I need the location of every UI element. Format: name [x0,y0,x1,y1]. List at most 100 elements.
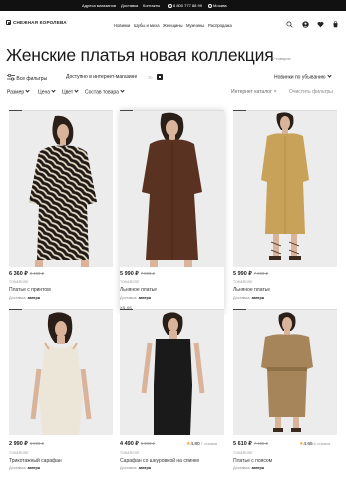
current-price: 5 610 ₽ [233,441,252,447]
rating-value: 4.65 [303,442,313,447]
nav-new[interactable]: Новинки [114,23,130,28]
color-filter[interactable]: Цвет [62,88,79,96]
rating-value: 4.80 [190,442,200,447]
online-only-label: Доступно в интернет-магазине [66,74,138,80]
product-card[interactable]: 2 990 ₽3 990 ₽ TOM&ROSE Трикотажный сара… [9,309,113,499]
product-name[interactable]: Сарафан со шнуровкой на спинке [120,458,199,464]
delivery-info: Доставка: завтра [233,296,264,300]
delivery-when: завтра [251,296,264,300]
chevron-down-icon [74,88,79,93]
product-rating: ★4.656 отзывов [299,442,330,447]
product-price: 6 360 ₽8 490 ₽ [9,271,44,277]
product-name[interactable]: Платье с поясом [233,458,272,464]
current-price: 6 360 ₽ [9,271,28,277]
composition-filter-label: Состав товара [85,89,119,96]
chevron-down-icon [326,73,332,78]
user-icon[interactable] [302,21,309,28]
clear-filters-link[interactable]: Очистить фильтры [289,89,333,95]
product-name[interactable]: Трикотажный сарафан [9,458,62,464]
product-photo[interactable] [233,110,337,267]
sort-label: Новинки по убыванию [274,74,326,81]
delivery-label: Доставка: [233,466,251,470]
product-rating: ★4.807 отзывов [186,442,217,447]
nav-men[interactable]: Мужчины [186,23,204,28]
image-slider-indicator [233,110,337,112]
chevron-down-icon [51,88,56,93]
product-photo[interactable] [120,309,224,435]
product-price: 2 990 ₽3 990 ₽ [9,441,44,447]
sort-select[interactable]: Новинки по убыванию [274,73,332,81]
delivery-link[interactable]: Доставка [121,3,138,8]
reviews-count[interactable]: 7 отзывов [201,442,218,446]
product-brand: TOM&ROSE [120,451,140,455]
image-slider-indicator [9,110,113,112]
product-card[interactable]: 4 490 ₽5 990 ₽ ★4.807 отзывов TOM&ROSE С… [120,309,224,499]
chevron-down-icon [120,88,125,93]
old-price: 3 990 ₽ [29,441,45,446]
composition-filter[interactable]: Состав товара [85,88,125,96]
price-filter[interactable]: Цена [38,88,56,95]
page-title: Женские платья новая коллекция [6,45,274,65]
reviews-count[interactable]: 6 отзывов [314,442,331,446]
color-filter-label: Цвет [62,89,74,96]
product-card[interactable]: 6 360 ₽8 490 ₽ TOM&ROSE Платье с принтом… [9,110,113,310]
delivery-when: завтра [27,296,40,300]
products-count: 70 товаров [270,56,291,61]
delivery-info: Доставка: завтра [233,466,264,470]
online-count: 70 [148,74,153,80]
current-price: 2 990 ₽ [9,441,28,447]
product-brand: TOM&ROSE [120,280,140,284]
size-filter-label: Размер [7,89,25,96]
filters-row: Все фильтры Доступно в интернет-магазине… [0,71,346,83]
cart-icon[interactable] [332,21,339,28]
delivery-info: Доставка: завтра [9,296,40,300]
delivery-label: Доставка: [9,466,27,470]
product-card[interactable]: 5 990 ₽7 990 ₽ TOM&ROSE Льняное платье Д… [233,110,337,310]
delivery-when: завтра [251,466,264,470]
nav-women[interactable]: Женщины [163,23,183,28]
product-brand: TOM&ROSE [9,451,29,455]
logo-text: СНЕЖНАЯ КОРОЛЕВА [13,20,67,25]
product-card[interactable]: 5 610 ₽7 490 ₽ ★4.656 отзывов TOM&ROSE П… [233,309,337,499]
product-name[interactable]: Платье с принтом [9,287,51,293]
site-header: СНЕЖНАЯ КОРОЛЕВА Новинки Шубы и меха Жен… [0,11,346,37]
product-name[interactable]: Льняное платье [120,287,157,293]
product-photo[interactable] [9,110,113,267]
all-filters-label: Все фильтры [16,76,48,82]
delivery-info: Доставка: завтра [120,296,151,300]
current-price: 4 490 ₽ [120,441,139,447]
size-filter[interactable]: Размер [7,88,30,96]
image-slider-indicator [9,309,113,311]
current-price: 5 990 ₽ [233,271,252,277]
product-card[interactable]: 5 990 ₽7 990 ₽ TOM&ROSE Льняное платье Д… [120,110,224,312]
all-filters-button[interactable]: Все фильтры [7,73,48,82]
search-icon[interactable] [286,21,293,28]
product-photo[interactable] [120,110,224,267]
contacts-link[interactable]: Контакты [143,3,160,8]
close-icon[interactable]: × [274,89,277,95]
filters-dropdowns: Размер Цена Цвет Состав товара Интернет … [0,88,346,98]
logo[interactable]: СНЕЖНАЯ КОРОЛЕВА [6,20,67,25]
nav-furs[interactable]: Шубы и меха [134,23,160,28]
delivery-when: завтра [27,466,40,470]
product-brand: TOM&ROSE [233,280,253,284]
nav-sale[interactable]: Распродажа [208,23,232,28]
old-price: 7 490 ₽ [253,441,269,446]
catalog-chip-label: Интернет каталог [231,89,272,95]
phone-link[interactable]: 8 800 777 88 99 [168,3,202,8]
product-brand: TOM&ROSE [9,280,29,284]
heart-icon[interactable] [317,21,324,28]
delivery-info: Доставка: завтра [9,466,40,470]
product-brand: TOM&ROSE [233,451,253,455]
city-selector[interactable]: Москва [208,3,227,8]
stores-link[interactable]: Адреса магазинов [82,3,116,8]
product-photo[interactable] [9,309,113,435]
delivery-label: Доставка: [120,466,138,470]
online-only-toggle[interactable] [157,74,163,80]
product-photo[interactable] [233,309,337,435]
delivery-label: Доставка: [233,296,251,300]
product-name[interactable]: Льняное платье [233,287,270,293]
current-price: 5 990 ₽ [120,271,139,277]
old-price: 5 990 ₽ [140,441,156,446]
catalog-chip[interactable]: Интернет каталог × [231,89,277,95]
